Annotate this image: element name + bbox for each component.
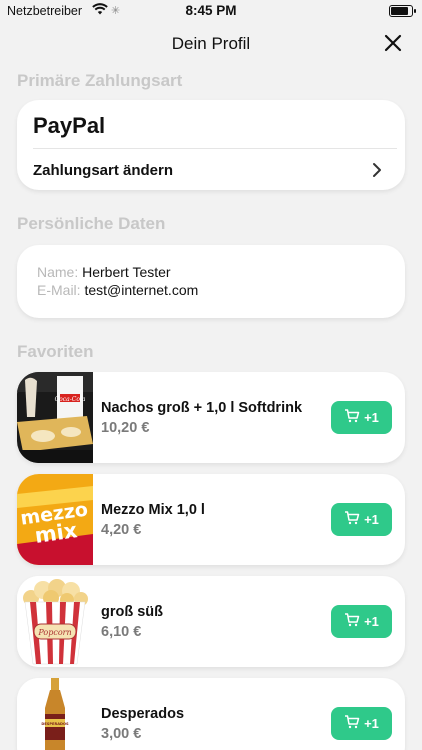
favorite-item[interactable]: DESPERADOS Desperados 3,00 € +1 bbox=[17, 678, 405, 750]
add-to-cart-button[interactable]: +1 bbox=[331, 707, 392, 740]
email-row: E-Mail: test@internet.com bbox=[37, 282, 198, 298]
add-label: +1 bbox=[364, 410, 379, 425]
product-image-desperados: DESPERADOS bbox=[17, 678, 93, 750]
cola-logo: Coca-Cola bbox=[55, 396, 86, 403]
desperados-logo: DESPERADOS bbox=[41, 722, 69, 726]
add-to-cart-button[interactable]: +1 bbox=[331, 605, 392, 638]
cart-icon bbox=[344, 715, 360, 732]
section-title-personal: Persönliche Daten bbox=[17, 214, 166, 233]
favorite-item[interactable]: Coca-Cola Nachos groß + 1,0 l Softdrink … bbox=[17, 372, 405, 463]
favorite-item[interactable]: Popcorn groß süß 6,10 € +1 bbox=[17, 576, 405, 667]
email-label: E-Mail: bbox=[37, 282, 81, 298]
product-price: 10,20 € bbox=[101, 420, 150, 436]
add-to-cart-button[interactable]: +1 bbox=[331, 503, 392, 536]
clock: 8:45 PM bbox=[185, 3, 237, 18]
product-price: 4,20 € bbox=[101, 522, 142, 538]
payment-method: PayPal bbox=[33, 113, 106, 138]
payment-card: PayPal Zahlungsart ändern bbox=[17, 100, 405, 190]
cart-icon bbox=[344, 511, 360, 528]
product-image-mezzo-mix: mezzo mix bbox=[17, 474, 93, 565]
add-to-cart-button[interactable]: +1 bbox=[331, 401, 392, 434]
section-title-payment: Primäre Zahlungsart bbox=[17, 71, 183, 90]
product-price: 3,00 € bbox=[101, 726, 142, 742]
product-price: 6,10 € bbox=[101, 624, 142, 640]
product-name: Desperados bbox=[101, 706, 185, 722]
favorite-item[interactable]: mezzo mix Mezzo Mix 1,0 l 4,20 € +1 bbox=[17, 474, 405, 565]
personal-data-card: Name: Herbert Tester E-Mail: test@intern… bbox=[17, 245, 405, 318]
status-bar: Netzbetreiber ✳ 8:45 PM bbox=[0, 0, 422, 24]
product-image-nachos: Coca-Cola bbox=[17, 372, 93, 463]
add-label: +1 bbox=[364, 614, 379, 629]
name-label: Name: bbox=[37, 264, 79, 280]
page-title: Dein Profil bbox=[171, 34, 251, 53]
battery-icon bbox=[389, 5, 416, 17]
navigation-bar: Dein Profil bbox=[0, 24, 422, 64]
cart-icon bbox=[344, 409, 360, 426]
add-label: +1 bbox=[364, 512, 379, 527]
change-payment-button[interactable]: Zahlungsart ändern bbox=[33, 162, 173, 179]
email-value: test@internet.com bbox=[84, 282, 199, 298]
chevron-right-icon[interactable] bbox=[372, 162, 382, 178]
product-name: groß süß bbox=[101, 604, 164, 620]
close-icon[interactable] bbox=[384, 34, 402, 52]
battery-level bbox=[391, 7, 409, 15]
add-label: +1 bbox=[364, 716, 379, 731]
cart-icon bbox=[344, 613, 360, 630]
product-image-popcorn: Popcorn bbox=[17, 576, 93, 667]
popcorn-logo: Popcorn bbox=[37, 628, 71, 637]
product-name: Mezzo Mix 1,0 l bbox=[101, 502, 205, 518]
section-title-favorites: Favoriten bbox=[17, 342, 94, 361]
name-row: Name: Herbert Tester bbox=[37, 264, 171, 280]
product-name: Nachos groß + 1,0 l Softdrink bbox=[101, 400, 303, 416]
divider bbox=[33, 148, 397, 149]
name-value: Herbert Tester bbox=[82, 264, 171, 280]
